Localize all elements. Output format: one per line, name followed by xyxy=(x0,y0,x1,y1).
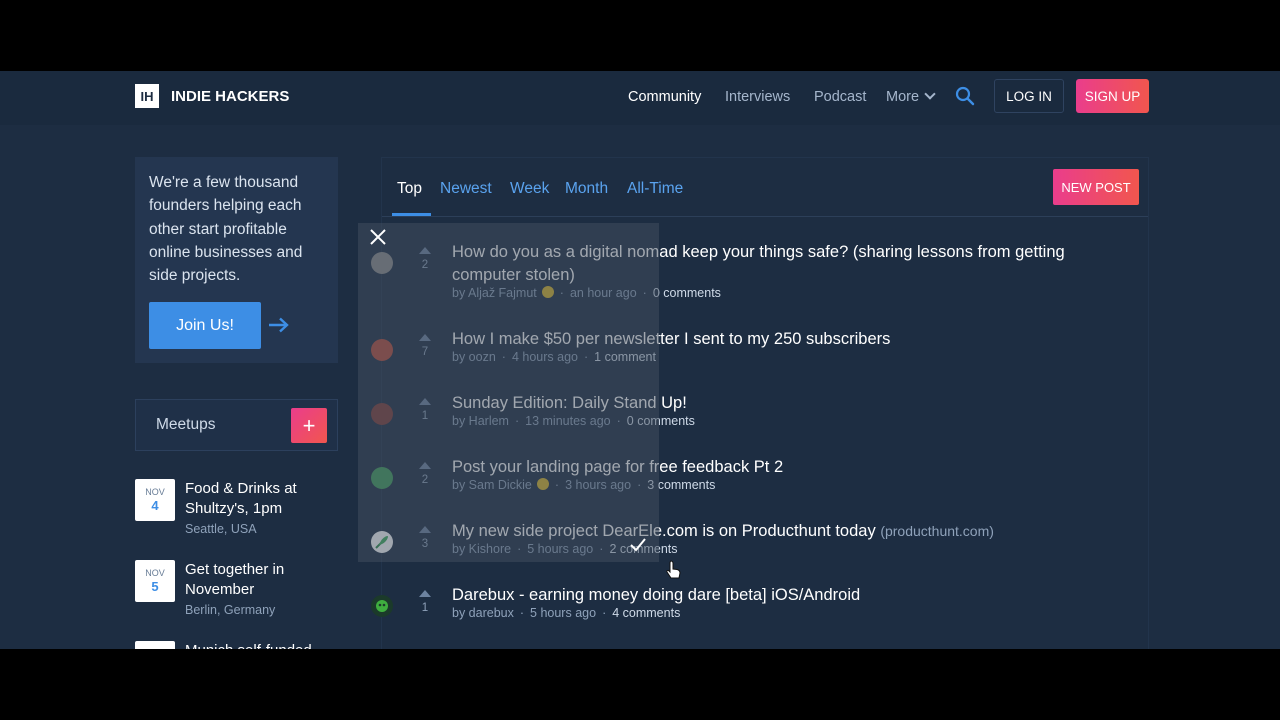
overlay-panel xyxy=(358,223,659,562)
meetup-date: NOV 4 xyxy=(135,479,175,521)
join-button[interactable]: Join Us! xyxy=(149,302,261,349)
tab-top[interactable]: Top xyxy=(397,180,422,198)
meetup-date xyxy=(135,641,175,649)
active-tab-indicator xyxy=(392,213,431,216)
meetup-title-text: Get together in November xyxy=(185,561,285,598)
hand-cursor-icon xyxy=(666,560,681,579)
tab-month[interactable]: Month xyxy=(565,180,608,198)
add-meetup-button[interactable]: + xyxy=(291,408,327,443)
close-icon[interactable] xyxy=(369,228,387,246)
post-meta: by darebux · 5 hours ago · 4 comments xyxy=(452,606,681,620)
nav-more-label: More xyxy=(886,89,920,105)
post-title[interactable]: Darebux - earning money doing dare [beta… xyxy=(452,584,1092,607)
post-author[interactable]: by darebux xyxy=(452,606,514,620)
avatar[interactable] xyxy=(371,595,393,617)
tab-newest[interactable]: Newest xyxy=(440,180,492,198)
meetup-title-text: Food & Drinks at Shultzy's, 1pm xyxy=(185,480,297,517)
post-domain[interactable]: (producthunt.com) xyxy=(880,523,994,539)
meetup-day: 4 xyxy=(151,498,159,513)
post-comments[interactable]: 0 comments xyxy=(653,286,721,300)
meetup-title[interactable]: Food & Drinks at Shultzy's, 1pm Seattle,… xyxy=(185,479,335,537)
logo-text[interactable]: INDIE HACKERS xyxy=(171,88,289,105)
meetup-month: NOV xyxy=(145,487,165,497)
meetup-title[interactable]: Get together in November Berlin, Germany xyxy=(185,560,335,618)
checkmark-icon xyxy=(630,538,646,552)
signup-button[interactable]: SIGN UP xyxy=(1076,79,1149,113)
new-post-button[interactable]: NEW POST xyxy=(1053,169,1139,205)
meetup-day: 5 xyxy=(151,579,159,594)
search-icon[interactable] xyxy=(955,86,975,106)
meetups-title: Meetups xyxy=(156,416,216,433)
login-button[interactable]: LOG IN xyxy=(994,79,1064,113)
nav-podcast[interactable]: Podcast xyxy=(814,89,866,105)
page: IH INDIE HACKERS Community Interviews Po… xyxy=(0,71,1280,649)
meetups-header: Meetups + xyxy=(135,399,338,451)
intro-text: We're a few thousand founders helping ea… xyxy=(149,174,303,285)
upvote-arrow-icon[interactable] xyxy=(419,590,431,597)
upvote[interactable]: 1 xyxy=(417,590,433,614)
meetup-location: Seattle, USA xyxy=(185,522,257,536)
feed-tabs: Top Newest Week Month All-Time NEW POST xyxy=(382,158,1148,217)
post-comments[interactable]: 4 comments xyxy=(612,606,680,620)
meetup-title[interactable]: Munich self-funded xyxy=(185,641,335,649)
meetup-month: NOV xyxy=(145,568,165,578)
tab-all-time[interactable]: All-Time xyxy=(627,180,683,198)
meetup-title-text: Munich self-funded xyxy=(185,641,335,649)
nav-community[interactable]: Community xyxy=(628,89,701,105)
tab-week[interactable]: Week xyxy=(510,180,549,198)
arrow-right-icon[interactable] xyxy=(268,317,290,333)
meetup-location: Berlin, Germany xyxy=(185,603,276,617)
intro-card: We're a few thousand founders helping ea… xyxy=(135,157,338,363)
plus-icon: + xyxy=(302,412,316,438)
robot-icon xyxy=(376,600,388,612)
logo-mark[interactable]: IH xyxy=(135,84,159,108)
chevron-down-icon xyxy=(924,88,936,100)
vote-count: 1 xyxy=(421,602,429,614)
post-time: 5 hours ago xyxy=(530,606,597,620)
nav-more[interactable]: More xyxy=(886,88,936,105)
nav-interviews[interactable]: Interviews xyxy=(725,89,790,105)
top-navbar: IH INDIE HACKERS Community Interviews Po… xyxy=(0,71,1280,125)
meetup-date: NOV 5 xyxy=(135,560,175,602)
